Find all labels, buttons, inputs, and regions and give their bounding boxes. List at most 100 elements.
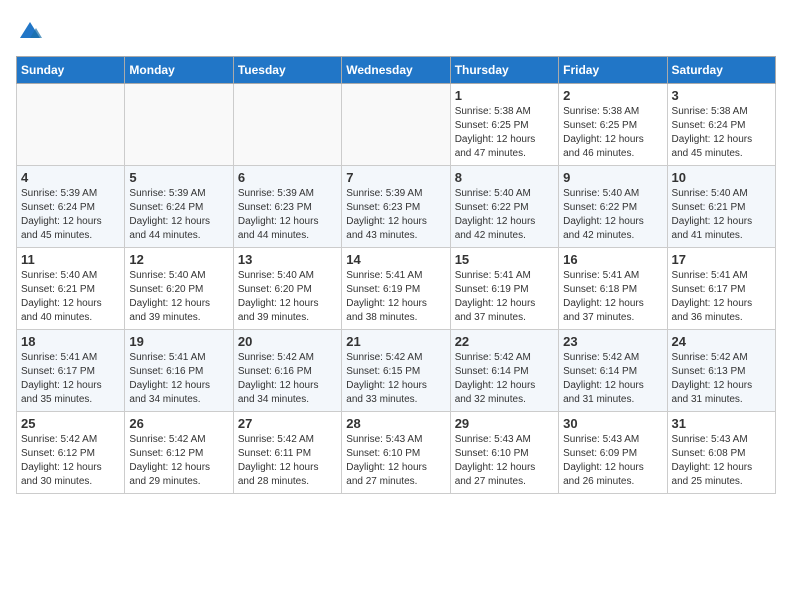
calendar-day-header: Saturday [667, 57, 775, 84]
calendar-cell [342, 84, 450, 166]
day-info: Sunrise: 5:41 AM Sunset: 6:17 PM Dayligh… [21, 351, 120, 407]
calendar-cell: 17Sunrise: 5:41 AM Sunset: 6:17 PM Dayli… [667, 248, 775, 330]
calendar-header-row: SundayMondayTuesdayWednesdayThursdayFrid… [17, 57, 776, 84]
calendar-day-header: Monday [125, 57, 233, 84]
calendar-cell: 1 Sunrise: 5:38 AM Sunset: 6:25 PM Daylig… [450, 84, 558, 166]
calendar-cell: 25 Sunrise: 5:42 AM Sunset: 6:12 PM Dayli… [17, 412, 125, 494]
calendar-cell: 16 Sunrise: 5:41 AM Sunset: 6:18 PM Dayli… [559, 248, 667, 330]
calendar-day-header: Friday [559, 57, 667, 84]
day-number: 16 [563, 252, 662, 267]
day-number: 4 [21, 170, 120, 185]
calendar-cell: 29 Sunrise: 5:43 AM Sunset: 6:10 PM Dayli… [450, 412, 558, 494]
calendar-cell: 24 Sunrise: 5:42 AM Sunset: 6:13 PM Dayli… [667, 330, 775, 412]
calendar-cell: 10 Sunrise: 5:40 AM Sunset: 6:21 PM Dayli… [667, 166, 775, 248]
calendar-cell: 28Sunrise: 5:43 AM Sunset: 6:10 PM Dayli… [342, 412, 450, 494]
day-info: Sunrise: 5:42 AM Sunset: 6:14 PM Dayligh… [455, 351, 554, 407]
calendar-cell: 4 Sunrise: 5:39 AM Sunset: 6:24 PM Daylig… [17, 166, 125, 248]
day-number: 12 [129, 252, 228, 267]
day-info: Sunrise: 5:39 AM Sunset: 6:24 PM Dayligh… [129, 187, 228, 243]
calendar-cell: 8 Sunrise: 5:40 AM Sunset: 6:22 PM Daylig… [450, 166, 558, 248]
calendar-day-header: Thursday [450, 57, 558, 84]
day-number: 31 [672, 416, 771, 431]
calendar-cell: 9Sunrise: 5:40 AM Sunset: 6:22 PM Daylig… [559, 166, 667, 248]
day-number: 1 [455, 88, 554, 103]
day-info: Sunrise: 5:40 AM Sunset: 6:20 PM Dayligh… [129, 269, 228, 325]
calendar-cell [233, 84, 341, 166]
calendar-cell: 5 Sunrise: 5:39 AM Sunset: 6:24 PM Daylig… [125, 166, 233, 248]
day-number: 7 [346, 170, 445, 185]
calendar-cell: 2 Sunrise: 5:38 AM Sunset: 6:25 PM Daylig… [559, 84, 667, 166]
calendar-day-header: Sunday [17, 57, 125, 84]
day-info: Sunrise: 5:43 AM Sunset: 6:10 PM Dayligh… [346, 433, 445, 489]
day-info: Sunrise: 5:39 AM Sunset: 6:23 PM Dayligh… [346, 187, 445, 243]
day-info: Sunrise: 5:39 AM Sunset: 6:24 PM Dayligh… [21, 187, 120, 243]
calendar-cell: 22 Sunrise: 5:42 AM Sunset: 6:14 PM Dayli… [450, 330, 558, 412]
day-info: Sunrise: 5:41 AM Sunset: 6:17 PM Dayligh… [672, 269, 771, 325]
day-number: 9 [563, 170, 662, 185]
calendar-cell: 26Sunrise: 5:42 AM Sunset: 6:12 PM Dayli… [125, 412, 233, 494]
day-info: Sunrise: 5:42 AM Sunset: 6:15 PM Dayligh… [346, 351, 445, 407]
calendar-week-row: 1 Sunrise: 5:38 AM Sunset: 6:25 PM Daylig… [17, 84, 776, 166]
calendar-cell: 23 Sunrise: 5:42 AM Sunset: 6:14 PM Dayli… [559, 330, 667, 412]
day-info: Sunrise: 5:42 AM Sunset: 6:12 PM Dayligh… [21, 433, 120, 489]
calendar-table: SundayMondayTuesdayWednesdayThursdayFrid… [16, 56, 776, 494]
day-number: 30 [563, 416, 662, 431]
calendar-cell: 6Sunrise: 5:39 AM Sunset: 6:23 PM Daylig… [233, 166, 341, 248]
calendar-cell: 12 Sunrise: 5:40 AM Sunset: 6:20 PM Dayli… [125, 248, 233, 330]
calendar-week-row: 11 Sunrise: 5:40 AM Sunset: 6:21 PM Dayli… [17, 248, 776, 330]
day-number: 20 [238, 334, 337, 349]
day-number: 26 [129, 416, 228, 431]
day-info: Sunrise: 5:43 AM Sunset: 6:08 PM Dayligh… [672, 433, 771, 489]
day-info: Sunrise: 5:42 AM Sunset: 6:14 PM Dayligh… [563, 351, 662, 407]
day-number: 10 [672, 170, 771, 185]
day-number: 8 [455, 170, 554, 185]
day-number: 23 [563, 334, 662, 349]
day-info: Sunrise: 5:42 AM Sunset: 6:16 PM Dayligh… [238, 351, 337, 407]
calendar-cell: 15Sunrise: 5:41 AM Sunset: 6:19 PM Dayli… [450, 248, 558, 330]
day-number: 18 [21, 334, 120, 349]
day-info: Sunrise: 5:42 AM Sunset: 6:13 PM Dayligh… [672, 351, 771, 407]
day-number: 13 [238, 252, 337, 267]
day-number: 25 [21, 416, 120, 431]
day-info: Sunrise: 5:38 AM Sunset: 6:24 PM Dayligh… [672, 105, 771, 161]
calendar-day-header: Wednesday [342, 57, 450, 84]
calendar-cell: 19Sunrise: 5:41 AM Sunset: 6:16 PM Dayli… [125, 330, 233, 412]
day-info: Sunrise: 5:43 AM Sunset: 6:09 PM Dayligh… [563, 433, 662, 489]
calendar-cell: 21 Sunrise: 5:42 AM Sunset: 6:15 PM Dayli… [342, 330, 450, 412]
day-info: Sunrise: 5:41 AM Sunset: 6:19 PM Dayligh… [455, 269, 554, 325]
day-info: Sunrise: 5:40 AM Sunset: 6:22 PM Dayligh… [455, 187, 554, 243]
calendar-cell: 11 Sunrise: 5:40 AM Sunset: 6:21 PM Dayli… [17, 248, 125, 330]
calendar-cell: 30 Sunrise: 5:43 AM Sunset: 6:09 PM Dayli… [559, 412, 667, 494]
day-info: Sunrise: 5:40 AM Sunset: 6:20 PM Dayligh… [238, 269, 337, 325]
calendar-week-row: 25 Sunrise: 5:42 AM Sunset: 6:12 PM Dayli… [17, 412, 776, 494]
page: SundayMondayTuesdayWednesdayThursdayFrid… [0, 0, 792, 510]
day-info: Sunrise: 5:40 AM Sunset: 6:21 PM Dayligh… [672, 187, 771, 243]
logo-icon [16, 16, 44, 44]
calendar-cell: 3Sunrise: 5:38 AM Sunset: 6:24 PM Daylig… [667, 84, 775, 166]
day-number: 19 [129, 334, 228, 349]
day-info: Sunrise: 5:42 AM Sunset: 6:11 PM Dayligh… [238, 433, 337, 489]
calendar-cell [125, 84, 233, 166]
day-number: 29 [455, 416, 554, 431]
day-info: Sunrise: 5:38 AM Sunset: 6:25 PM Dayligh… [455, 105, 554, 161]
logo [16, 16, 46, 44]
calendar-cell: 27Sunrise: 5:42 AM Sunset: 6:11 PM Dayli… [233, 412, 341, 494]
calendar-cell: 14Sunrise: 5:41 AM Sunset: 6:19 PM Dayli… [342, 248, 450, 330]
day-info: Sunrise: 5:38 AM Sunset: 6:25 PM Dayligh… [563, 105, 662, 161]
day-number: 24 [672, 334, 771, 349]
day-number: 6 [238, 170, 337, 185]
calendar-cell: 7 Sunrise: 5:39 AM Sunset: 6:23 PM Daylig… [342, 166, 450, 248]
day-info: Sunrise: 5:40 AM Sunset: 6:21 PM Dayligh… [21, 269, 120, 325]
calendar-cell [17, 84, 125, 166]
day-number: 5 [129, 170, 228, 185]
day-info: Sunrise: 5:43 AM Sunset: 6:10 PM Dayligh… [455, 433, 554, 489]
day-number: 22 [455, 334, 554, 349]
calendar-cell: 20 Sunrise: 5:42 AM Sunset: 6:16 PM Dayli… [233, 330, 341, 412]
calendar-week-row: 18 Sunrise: 5:41 AM Sunset: 6:17 PM Dayli… [17, 330, 776, 412]
calendar-week-row: 4 Sunrise: 5:39 AM Sunset: 6:24 PM Daylig… [17, 166, 776, 248]
day-number: 11 [21, 252, 120, 267]
day-number: 21 [346, 334, 445, 349]
day-info: Sunrise: 5:41 AM Sunset: 6:18 PM Dayligh… [563, 269, 662, 325]
day-number: 2 [563, 88, 662, 103]
calendar-cell: 31 Sunrise: 5:43 AM Sunset: 6:08 PM Dayli… [667, 412, 775, 494]
